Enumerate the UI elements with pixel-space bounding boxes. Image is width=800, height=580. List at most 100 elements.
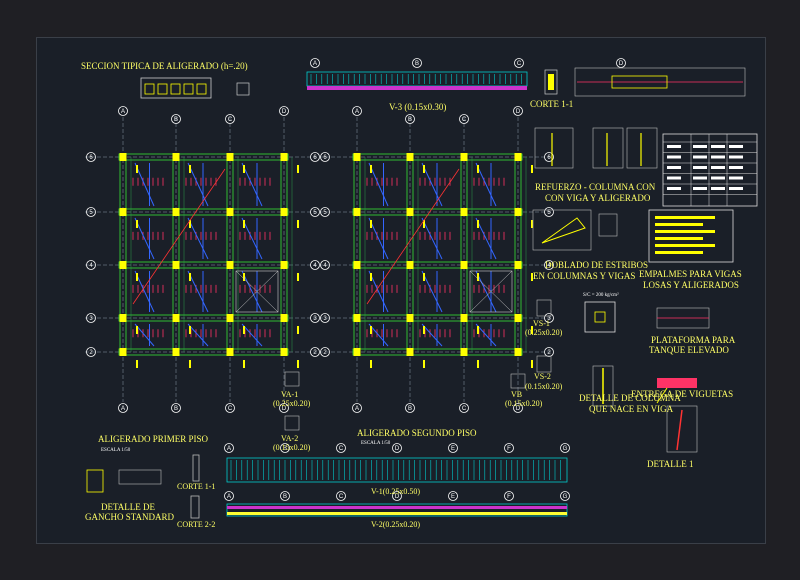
aligerado-primer-title: ALIGERADO PRIMER PISO [98,434,209,444]
plataforma-title-2: TANQUE ELEVADO [649,345,729,355]
v2-bubble-F-text: F [507,494,511,500]
plan1-column-1-1 [172,208,180,216]
plan1-bubble-right-2-text: 2 [313,350,317,356]
plan1-column-2-2 [226,261,234,269]
plan2-bubble-left-5-text: 5 [323,210,327,216]
plan1-column-2-3 [226,314,234,322]
empalmes-line-3 [655,237,703,240]
plan1-bubble-bottom-B-text: B [174,406,178,412]
schedule-cell-4-1 [693,187,707,190]
plan1-column-0-4 [119,348,127,356]
plan2-bubble-left-4-text: 4 [323,263,327,269]
corte-1-1-bottom-shape [192,454,200,482]
corte-1-1-core [548,74,554,90]
seccion-tipica-block-0 [144,83,155,95]
plan2-bubble-bottom-C-text: C [462,406,467,412]
plan2-bubble-left-6-text: 6 [323,155,327,161]
plan1-column-2-4 [226,348,234,356]
plan2-column-1-1 [406,208,414,216]
plan2-column-0-4 [353,348,361,356]
schedule-cell-3-1 [693,176,707,180]
refuerzo-detail-2 [592,127,624,169]
entrega-beam [657,378,697,388]
plan2-bubble-top-A-text: A [355,109,359,115]
doblado-hook [541,217,586,244]
plan1-bubble-right-6-text: 6 [313,155,317,161]
corte-2-2-shape [190,495,200,519]
schedule-cell-1-2 [711,155,725,159]
plan1-bubble-left-4-text: 4 [89,263,93,269]
plan2-column-2-0 [460,153,468,161]
refuerzo-detail-1 [534,127,574,169]
refuerzo-detail-3 [626,127,658,169]
drawing-sheet: ABCDABCD6655443322ABCDABCD6655443322ABCD… [36,37,766,544]
empalmes-line-5 [655,251,703,254]
plan2-column-3-1 [514,208,522,216]
empalmes-line-0 [655,216,715,219]
plan2-bubble-top-D-text: D [516,109,521,115]
plan1-bubble-left-6-text: 6 [89,155,93,161]
plan2-column-3-0 [514,153,522,161]
v2-bubble-E-text: E [451,494,455,500]
plan2-column-3-2 [514,261,522,269]
v1-bubble-C-text: C [339,446,344,452]
corte-2-2-label: CORTE 2-2 [177,520,216,529]
aligerado-segundo-scale: ESCALA 1/50 [361,441,391,446]
plan1-bubble-left-2-text: 2 [89,350,93,356]
plan1-column-3-4 [280,348,288,356]
vs2-label-2: (0.15x0.20) [525,382,563,391]
doblado-title-1: DOBLADO DE ESTRIBOS [545,260,649,270]
plan1-bubble-bottom-A-text: A [121,406,125,412]
v3-beam [306,71,528,87]
va1-section [284,371,300,387]
v2-bubble-C-text: C [339,494,344,500]
plan1-column-1-3 [172,314,180,322]
detalle-1-title: DETALLE 1 [647,459,694,469]
v1-bubble-F-text: F [507,446,511,452]
seccion-tipica-block-3 [183,83,194,95]
plan1-bubble-left-5-text: 5 [89,210,93,216]
v1-bubble-G-text: G [563,446,568,452]
plan2-bubble-bottom-B-text: B [408,406,412,412]
plan2-column-1-0 [406,153,414,161]
plan1-bubble-top-C-text: C [228,117,233,123]
empalmes-line-1 [655,223,703,226]
sc-note: S/C = 200 kg/cm² [583,293,619,298]
v2-bubble-G-text: G [563,494,568,500]
corte-1-1-bottom-label: CORTE 1-1 [177,482,216,491]
schedule-cell-0-0 [667,145,681,148]
v3-bubble-B-text: B [415,61,419,67]
gancho-detail-2 [118,469,162,485]
empalmes-line-2 [655,230,715,233]
schedule-table [662,133,758,207]
plan1-column-1-4 [172,348,180,356]
schedule-cell-0-3 [729,145,743,148]
plan2-column-0-2 [353,261,361,269]
seccion-tipica-detail [236,82,250,96]
doblado-title-2: EN COLUMNAS Y VIGAS [533,271,636,281]
v1-bubble-D-text: D [395,446,400,452]
schedule-cell-0-2 [711,145,725,148]
schedule-cell-4-3 [729,187,743,190]
vb-label-2: (0.15x0.20) [505,399,543,408]
plan1-bubble-right-3-text: 3 [313,316,317,322]
v3-bottom-bar [307,86,527,90]
seccion-tipica-block-4 [196,83,207,95]
schedule-cell-4-0 [667,187,681,190]
empalmes-title-1: EMPALMES PARA VIGAS [639,269,742,279]
schedule-cell-0-1 [693,145,707,148]
vs1-label-2: (0.25x0.20) [525,328,563,337]
plan2-bubble-bottom-A-text: A [355,406,359,412]
detalle-1-bar [676,409,683,451]
schedule-cell-2-0 [667,166,681,169]
plan1-column-0-1 [119,208,127,216]
refuerzo-title-1: REFUERZO - COLUMNA CON [535,182,656,192]
plan1-bubble-top-D-text: D [282,109,287,115]
plan2-bubble-left-3-text: 3 [323,316,327,322]
plan2-column-2-1 [460,208,468,216]
schedule-cell-4-2 [711,187,725,190]
v1-beam [226,457,568,483]
v3-bubble-D-text: D [619,61,624,67]
vs2-label-1: VS-2 [534,372,551,381]
v3-bubble-A-text: A [313,61,317,67]
